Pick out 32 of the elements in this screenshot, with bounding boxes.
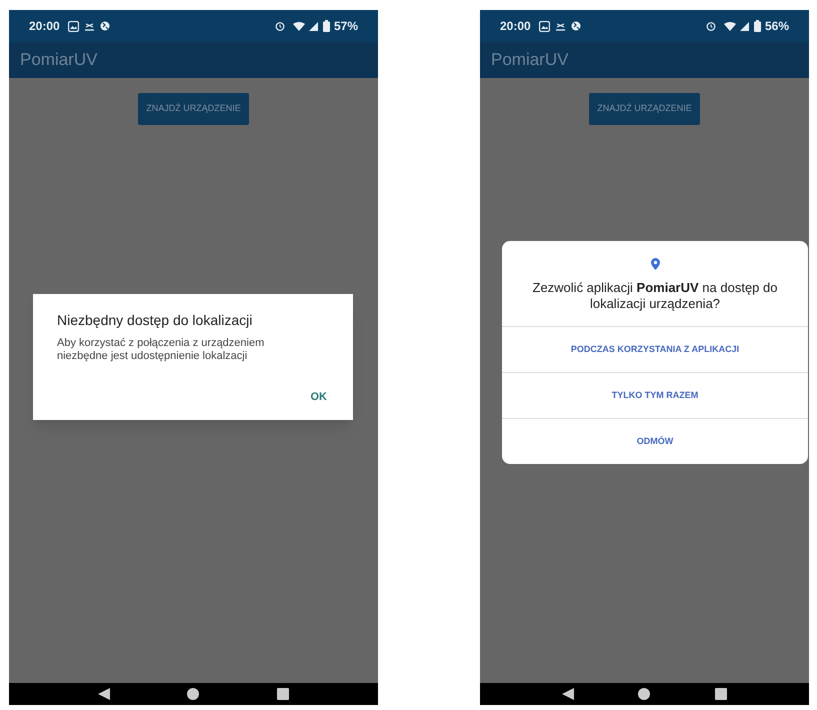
- find-device-button[interactable]: ZNAJDŹ URZĄDZENIE: [138, 93, 249, 125]
- clock: 20:00: [29, 18, 60, 35]
- recents-icon[interactable]: [277, 688, 290, 700]
- battery-icon: [754, 20, 761, 32]
- dialog-title: Zezwolić aplikacji PomiarUV na dostęp do lokalizacji urządzenia?: [532, 280, 778, 312]
- permission-option[interactable]: ODMÓW: [502, 418, 808, 464]
- home-icon[interactable]: [187, 688, 200, 700]
- alarm-icon: [274, 21, 285, 31]
- wifi-icon: [724, 21, 736, 31]
- wifi-icon: [292, 21, 305, 31]
- home-icon[interactable]: [638, 688, 650, 700]
- dialog-message: Aby korzystać z połączenia z urządzeniem niezbędne jest udostępnienie lokalzacji: [57, 337, 266, 363]
- signal-icon: [308, 22, 318, 30]
- battery-percentage: 56%: [764, 18, 789, 35]
- battery-icon: [322, 20, 330, 32]
- battery-percentage: 57%: [334, 18, 358, 35]
- back-icon[interactable]: [562, 688, 574, 700]
- image-icon: [538, 20, 550, 32]
- permission-option[interactable]: TYLKO TYM RAZEM: [502, 372, 808, 418]
- app-title: PomiarUV: [20, 49, 98, 72]
- ok-button[interactable]: OK: [308, 389, 329, 406]
- alarm-icon: [706, 21, 716, 31]
- image-icon: [68, 20, 79, 32]
- location-pin-icon: [650, 258, 660, 270]
- back-icon[interactable]: [98, 688, 110, 700]
- recents-icon[interactable]: [714, 688, 727, 700]
- app-title: PomiarUV: [491, 49, 568, 72]
- find-device-button[interactable]: ZNAJDŹ URZĄDZENIE: [589, 93, 700, 125]
- permission-option[interactable]: PODCZAS KORZYSTANIA Z APLIKACJI: [502, 326, 808, 372]
- signal-icon: [740, 22, 749, 30]
- dialog-title: Niezbędny dostęp do lokalizacji: [57, 311, 254, 330]
- clock: 20:00: [500, 18, 531, 35]
